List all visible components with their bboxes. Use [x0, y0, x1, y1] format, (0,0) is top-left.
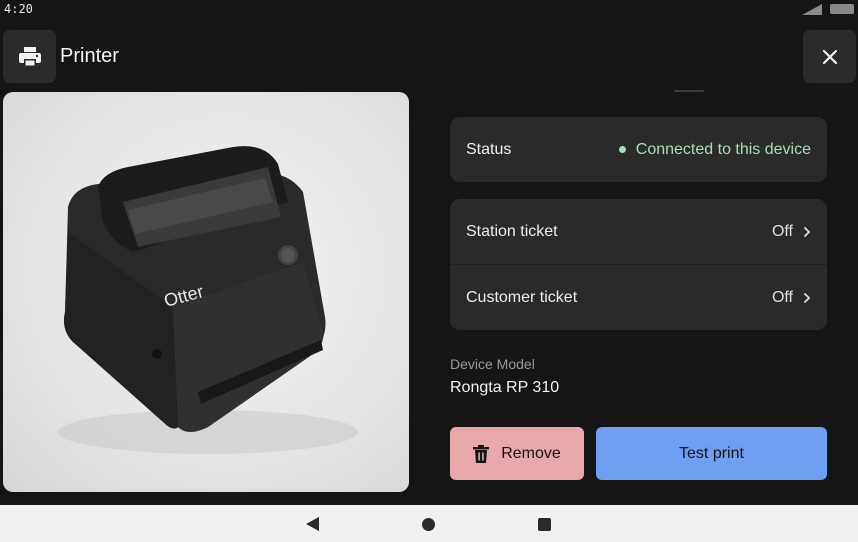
- status-bar: 4:20: [0, 0, 858, 20]
- close-icon: [822, 49, 837, 64]
- station-ticket-value: Off: [771, 222, 793, 240]
- ticket-settings-card: Station ticket Off Customer ticket Off: [450, 199, 827, 330]
- status-dot-icon: [618, 146, 626, 153]
- home-icon[interactable]: [422, 518, 435, 531]
- battery-icon: [830, 4, 854, 14]
- printer-photo: Otter: [3, 92, 409, 492]
- navigation-bar: [0, 505, 858, 542]
- customer-ticket-label: Customer ticket: [466, 288, 578, 306]
- status-label: Status: [466, 140, 512, 158]
- customer-ticket-row[interactable]: Customer ticket Off: [450, 265, 827, 330]
- chevron-right-icon: [804, 226, 811, 237]
- test-print-button-label: Test print: [679, 444, 744, 462]
- status-card: Status Connected to this device: [450, 117, 827, 182]
- device-model-value: Rongta RP 310: [450, 379, 560, 396]
- printer-illustration: Otter: [58, 146, 358, 454]
- status-time: 4:20: [4, 2, 33, 16]
- station-ticket-label: Station ticket: [466, 222, 558, 240]
- printer-icon-button[interactable]: [3, 30, 56, 83]
- page-title: Printer: [60, 45, 119, 67]
- trash-icon: [473, 444, 490, 463]
- test-print-button[interactable]: Test print: [596, 427, 827, 480]
- remove-button-label: Remove: [501, 444, 561, 462]
- signal-icon: [802, 4, 822, 15]
- close-button[interactable]: [803, 30, 856, 83]
- status-value: Connected to this device: [635, 140, 811, 158]
- scroll-indicator: [674, 90, 704, 92]
- chevron-right-icon: [804, 292, 811, 303]
- recents-icon[interactable]: [538, 518, 551, 531]
- printer-icon: [18, 46, 41, 67]
- remove-button[interactable]: Remove: [450, 427, 584, 480]
- station-ticket-row[interactable]: Station ticket Off: [450, 199, 827, 264]
- back-icon[interactable]: [306, 517, 319, 531]
- customer-ticket-value: Off: [771, 288, 793, 306]
- device-model-label: Device Model: [450, 356, 535, 372]
